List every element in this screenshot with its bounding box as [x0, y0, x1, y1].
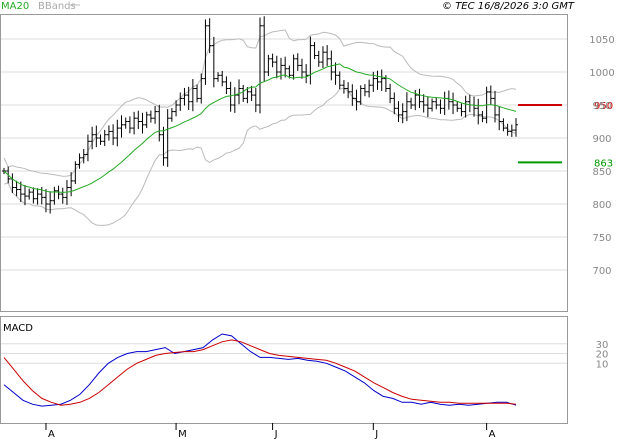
macd-panel	[0, 316, 568, 424]
month-label: A	[489, 429, 496, 440]
legend-bbands: BBands	[38, 1, 76, 12]
price-tick-label: 1000	[589, 68, 614, 79]
month-label: J	[274, 429, 278, 440]
price-tick-label: 700	[592, 266, 611, 277]
macd-tick-label: 10	[596, 359, 609, 370]
price-panel	[0, 14, 568, 312]
chart-root: 950 863 1050 1000 950 900 850 800 750 700 A M J J A 30…	[0, 0, 627, 440]
month-label: A	[48, 429, 55, 440]
price-tick-label: 1050	[589, 35, 614, 46]
price-tick-label: 950	[592, 101, 611, 112]
copyright-text: © TEC 16/8/2026 3:0 GMT	[442, 1, 575, 12]
price-tick-label: 800	[592, 200, 611, 211]
macd-title: MACD	[3, 323, 33, 334]
price-tick-label: 900	[592, 134, 611, 145]
price-tick-label: 850	[592, 167, 611, 178]
price-tick-label: 750	[592, 233, 611, 244]
price-macd-chart: 950863 10501000950900850800750700A M J J A30…	[0, 1, 615, 440]
month-label: J	[374, 429, 378, 440]
month-label: M	[178, 429, 187, 440]
legend-ma20: MA20	[1, 1, 29, 12]
